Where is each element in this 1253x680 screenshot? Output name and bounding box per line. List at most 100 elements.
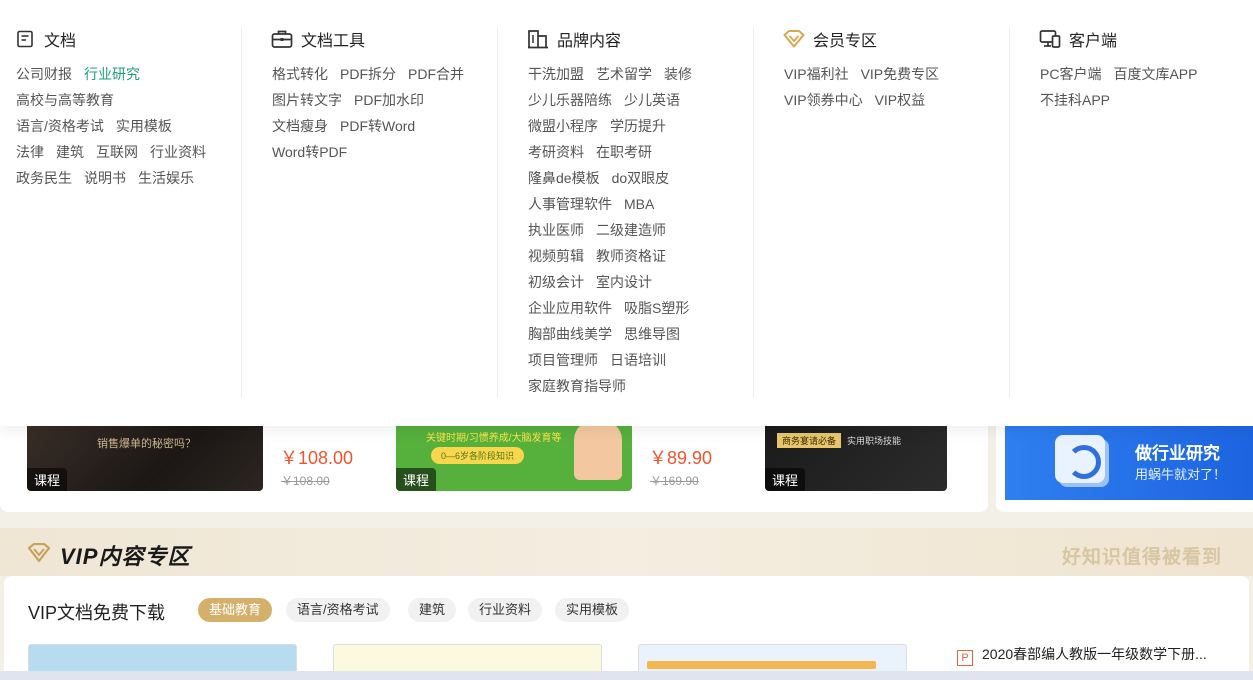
mega-menu-dropdown: 文档 公司财报 行业研究 高校与高等教育 语言/资格考试 实用模板 法律 建筑 互联网行… <box>0 0 1253 426</box>
menu-link[interactable]: 视频剪辑 <box>528 248 584 264</box>
child-illustration <box>574 420 622 480</box>
menu-link[interactable]: 考研资料 <box>528 144 584 160</box>
menu-link[interactable]: 装修 <box>664 66 692 82</box>
menu-link-highlighted[interactable]: 行业研究 <box>84 66 140 82</box>
menu-link[interactable]: 实用模板 <box>116 118 172 134</box>
tab-templates[interactable]: 实用模板 <box>555 598 630 622</box>
course-original-price: ￥108.00 <box>281 474 330 488</box>
course-thumb-subtitle: 销售爆单的秘密吗？ <box>97 438 196 450</box>
menu-column-header-documents[interactable]: 文档 <box>14 27 76 51</box>
menu-link[interactable]: 干洗加盟 <box>528 66 584 82</box>
menu-column-header-vip[interactable]: 会员专区 <box>783 27 877 51</box>
menu-link[interactable]: 少儿乐器陪练 <box>528 92 612 108</box>
menu-link[interactable]: 日语培训 <box>610 352 666 368</box>
menu-link[interactable]: VIP免费专区 <box>861 66 940 82</box>
menu-link[interactable]: 政务民生 <box>16 170 72 186</box>
menu-link[interactable]: 吸脂S塑形 <box>624 300 689 316</box>
menu-link[interactable]: 隆鼻de模板 <box>528 170 600 186</box>
course-original-price: ￥169.90 <box>650 474 699 488</box>
snail-logo-icon <box>1055 435 1105 483</box>
menu-column-title: 文档工具 <box>301 33 366 50</box>
menu-link[interactable]: 学历提升 <box>610 118 666 134</box>
tab-language-exam[interactable]: 语言/资格考试 <box>286 598 390 622</box>
menu-link[interactable]: 生活娱乐 <box>138 170 194 186</box>
menu-link[interactable]: 说明书 <box>84 170 126 186</box>
menu-column-title: 客户端 <box>1069 33 1118 50</box>
menu-link[interactable]: PDF合并 <box>408 66 464 82</box>
tab-basic-education[interactable]: 基础教育 <box>198 598 273 622</box>
menu-link[interactable]: 执业医师 <box>528 222 584 238</box>
menu-link[interactable]: PDF拆分 <box>340 66 396 82</box>
menu-link[interactable]: 艺术留学 <box>596 66 652 82</box>
tab-architecture[interactable]: 建筑 <box>408 598 457 622</box>
menu-row: VIP领券中心 VIP权益 <box>784 90 925 110</box>
promo-banner[interactable]: 做行业研究 用蜗牛就对了！ <box>1005 420 1253 500</box>
menu-link[interactable]: 人事管理软件 <box>528 196 612 212</box>
menu-link[interactable]: 格式转化 <box>272 66 328 82</box>
course-thumbnail-3[interactable]: 商务宴请必备 实用职场技能 课程 <box>765 420 947 491</box>
menu-link[interactable]: MBA <box>624 196 654 212</box>
course-thumbnail-2[interactable]: 关键时期/习惯养成/大脑发育等 0—6岁各阶段知识 课程 <box>396 420 632 491</box>
menu-link[interactable]: VIP权益 <box>875 92 926 108</box>
menu-link[interactable]: 微盟小程序 <box>528 118 598 134</box>
menu-link[interactable]: 百度文库APP <box>1113 66 1197 82</box>
menu-row: 胸部曲线美学 思维导图 <box>528 324 680 344</box>
menu-link[interactable]: do双眼皮 <box>612 170 670 186</box>
menu-row: 微盟小程序 学历提升 <box>528 116 666 136</box>
os-taskbar <box>0 671 1253 680</box>
menu-link[interactable]: VIP领券中心 <box>784 92 863 108</box>
menu-link[interactable]: VIP福利社 <box>784 66 849 82</box>
menu-link[interactable]: 行业资料 <box>150 144 206 160</box>
menu-link[interactable]: Word转PDF <box>272 144 347 160</box>
menu-link[interactable]: 互联网 <box>96 144 138 160</box>
menu-row: 少儿乐器陪练 少儿英语 <box>528 90 680 110</box>
toolbox-icon <box>271 28 293 50</box>
vip-diamond-icon <box>783 28 805 50</box>
menu-link[interactable]: 在职考研 <box>596 144 652 160</box>
course-thumb-pill: 0—6岁各阶段知识 <box>431 447 525 464</box>
menu-link[interactable]: 初级会计 <box>528 274 584 290</box>
menu-row: PC客户端 百度文库APP <box>1040 64 1197 84</box>
menu-link[interactable]: 项目管理师 <box>528 352 598 368</box>
menu-row: 图片转文字 PDF加水印 <box>272 90 424 110</box>
course-tag: 课程 <box>396 468 437 491</box>
vip-panel-title: VIP文档免费下载 <box>28 603 166 623</box>
course-thumb-badge: 商务宴请必备 <box>777 433 842 448</box>
vip-diamond-icon <box>27 543 51 563</box>
menu-link[interactable]: 公司财报 <box>16 66 72 82</box>
column-divider <box>241 28 242 398</box>
menu-link[interactable]: 建筑 <box>56 144 84 160</box>
menu-link[interactable]: 不挂科APP <box>1040 92 1110 108</box>
course-thumb-subtitle: 实用职场技能 <box>847 436 902 446</box>
menu-column-header-doc-tools[interactable]: 文档工具 <box>271 27 365 51</box>
column-divider <box>1009 28 1010 398</box>
menu-link[interactable]: 思维导图 <box>624 326 680 342</box>
menu-column-title: 会员专区 <box>813 33 878 50</box>
menu-link[interactable]: 图片转文字 <box>272 92 342 108</box>
menu-row: 初级会计 室内设计 <box>528 272 652 292</box>
menu-row: 不挂科APP <box>1040 90 1110 110</box>
menu-row: 企业应用软件 吸脂S塑形 <box>528 298 689 318</box>
menu-link[interactable]: 二级建造师 <box>596 222 666 238</box>
menu-link[interactable]: PDF转Word <box>340 118 415 134</box>
tab-industry-data[interactable]: 行业资料 <box>468 598 543 622</box>
menu-link[interactable]: 胸部曲线美学 <box>528 326 612 342</box>
menu-link[interactable]: 家庭教育指导师 <box>528 378 626 394</box>
course-thumbnail-1[interactable]: 销售爆单的秘密吗？ 课程 <box>27 420 263 491</box>
menu-column-header-client[interactable]: 客户端 <box>1039 27 1117 51</box>
menu-row: Word转PDF <box>272 142 347 162</box>
menu-link[interactable]: PDF加水印 <box>354 92 424 108</box>
side-doc-link[interactable]: P 2020春部编人教版一年级数学下册... <box>957 644 1207 666</box>
menu-link[interactable]: 法律 <box>16 144 44 160</box>
menu-link[interactable]: 少儿英语 <box>624 92 680 108</box>
menu-column-header-brand[interactable]: 品牌内容 <box>527 27 621 51</box>
course-thumb-line: 关键时期/习惯养成/大脑发育等 <box>426 433 562 444</box>
menu-link[interactable]: 文档瘦身 <box>272 118 328 134</box>
menu-link[interactable]: PC客户端 <box>1040 66 1101 82</box>
menu-link[interactable]: 企业应用软件 <box>528 300 612 316</box>
menu-column-title: 品牌内容 <box>557 33 622 50</box>
menu-link[interactable]: 高校与高等教育 <box>16 92 114 108</box>
menu-link[interactable]: 室内设计 <box>596 274 652 290</box>
menu-link[interactable]: 语言/资格考试 <box>16 118 104 134</box>
menu-link[interactable]: 教师资格证 <box>596 248 666 264</box>
